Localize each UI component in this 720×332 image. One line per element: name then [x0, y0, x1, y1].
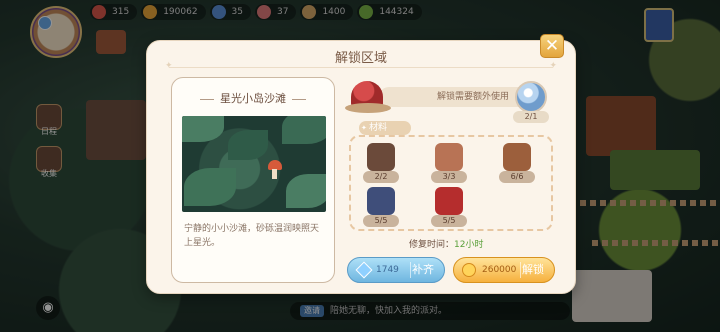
material-count: 3/3 — [431, 171, 467, 183]
cake-icon — [435, 143, 463, 171]
material-count: 5/5 — [431, 215, 467, 227]
refill-cost: 1749 — [376, 265, 399, 275]
mushroom-stem — [272, 169, 277, 179]
star-decoration-icon: ✦ — [549, 61, 557, 71]
button-divider — [520, 262, 521, 278]
close-icon: ✕ — [544, 36, 560, 56]
area-name-text: 星光小岛沙滩 — [220, 92, 286, 105]
material-item[interactable]: 2/2 — [361, 143, 401, 187]
materials-label: 材料 — [359, 121, 411, 135]
area-preview-image — [182, 116, 326, 212]
area-preview-card: 星光小岛沙滩 宁静的小小沙滩，砂砾温润映照天上星光。 — [171, 77, 335, 283]
coin-icon — [462, 263, 476, 277]
unlock-button[interactable]: 260000 解锁 — [453, 257, 555, 283]
bookshelf-icon — [367, 143, 395, 171]
material-item[interactable]: 5/5 — [429, 187, 469, 231]
close-button[interactable]: ✕ — [540, 34, 564, 58]
bag-icon — [435, 187, 463, 215]
repair-time: 修复时间：12小时 — [409, 237, 483, 250]
title-dash — [292, 98, 306, 100]
diamond-icon — [355, 261, 373, 279]
button-divider — [410, 262, 411, 278]
title-dash — [200, 98, 214, 100]
crystal-orb-icon[interactable] — [515, 81, 547, 113]
orb-count: 2/1 — [513, 111, 549, 123]
title-divider — [169, 67, 553, 68]
leaf-shape — [182, 116, 224, 142]
area-description: 宁静的小小沙滩，砂砾温润映照天上星光。 — [184, 224, 320, 248]
dialog-title: 解锁区域 — [334, 51, 387, 66]
material-item[interactable]: 5/5 — [361, 187, 401, 231]
star-decoration-icon: ✦ — [165, 61, 173, 71]
material-item[interactable]: 6/6 — [497, 143, 537, 187]
hat-brim — [345, 103, 391, 113]
unlock-area-dialog: 解锁区域 ✦ ✦ 星光小岛沙滩 宁静的小小沙滩，砂砾温润映照天上星光。 解锁需要… — [146, 40, 576, 294]
area-name: 星光小岛沙滩 — [172, 90, 334, 106]
material-count: 5/5 — [363, 215, 399, 227]
leaf-shape — [228, 130, 268, 160]
chest-icon — [367, 187, 395, 215]
unlock-cost: 260000 — [482, 265, 517, 275]
extra-requirement-bar: 解锁需要额外使用 — [379, 87, 529, 107]
leaf-shape — [184, 168, 236, 206]
repair-value: 12小时 — [454, 240, 484, 250]
wizard-hat-icon — [345, 79, 391, 115]
unlock-label: 解锁 — [522, 263, 544, 276]
repair-label: 修复时间： — [409, 240, 455, 250]
refill-label: 补齐 — [412, 263, 434, 276]
material-count: 6/6 — [499, 171, 535, 183]
refill-button[interactable]: 1749 补齐 — [347, 257, 445, 283]
material-count: 2/2 — [363, 171, 399, 183]
leaf-shape — [282, 116, 326, 144]
leaf-shape — [286, 174, 326, 208]
bowl-icon — [503, 143, 531, 171]
material-item[interactable]: 3/3 — [429, 143, 469, 187]
